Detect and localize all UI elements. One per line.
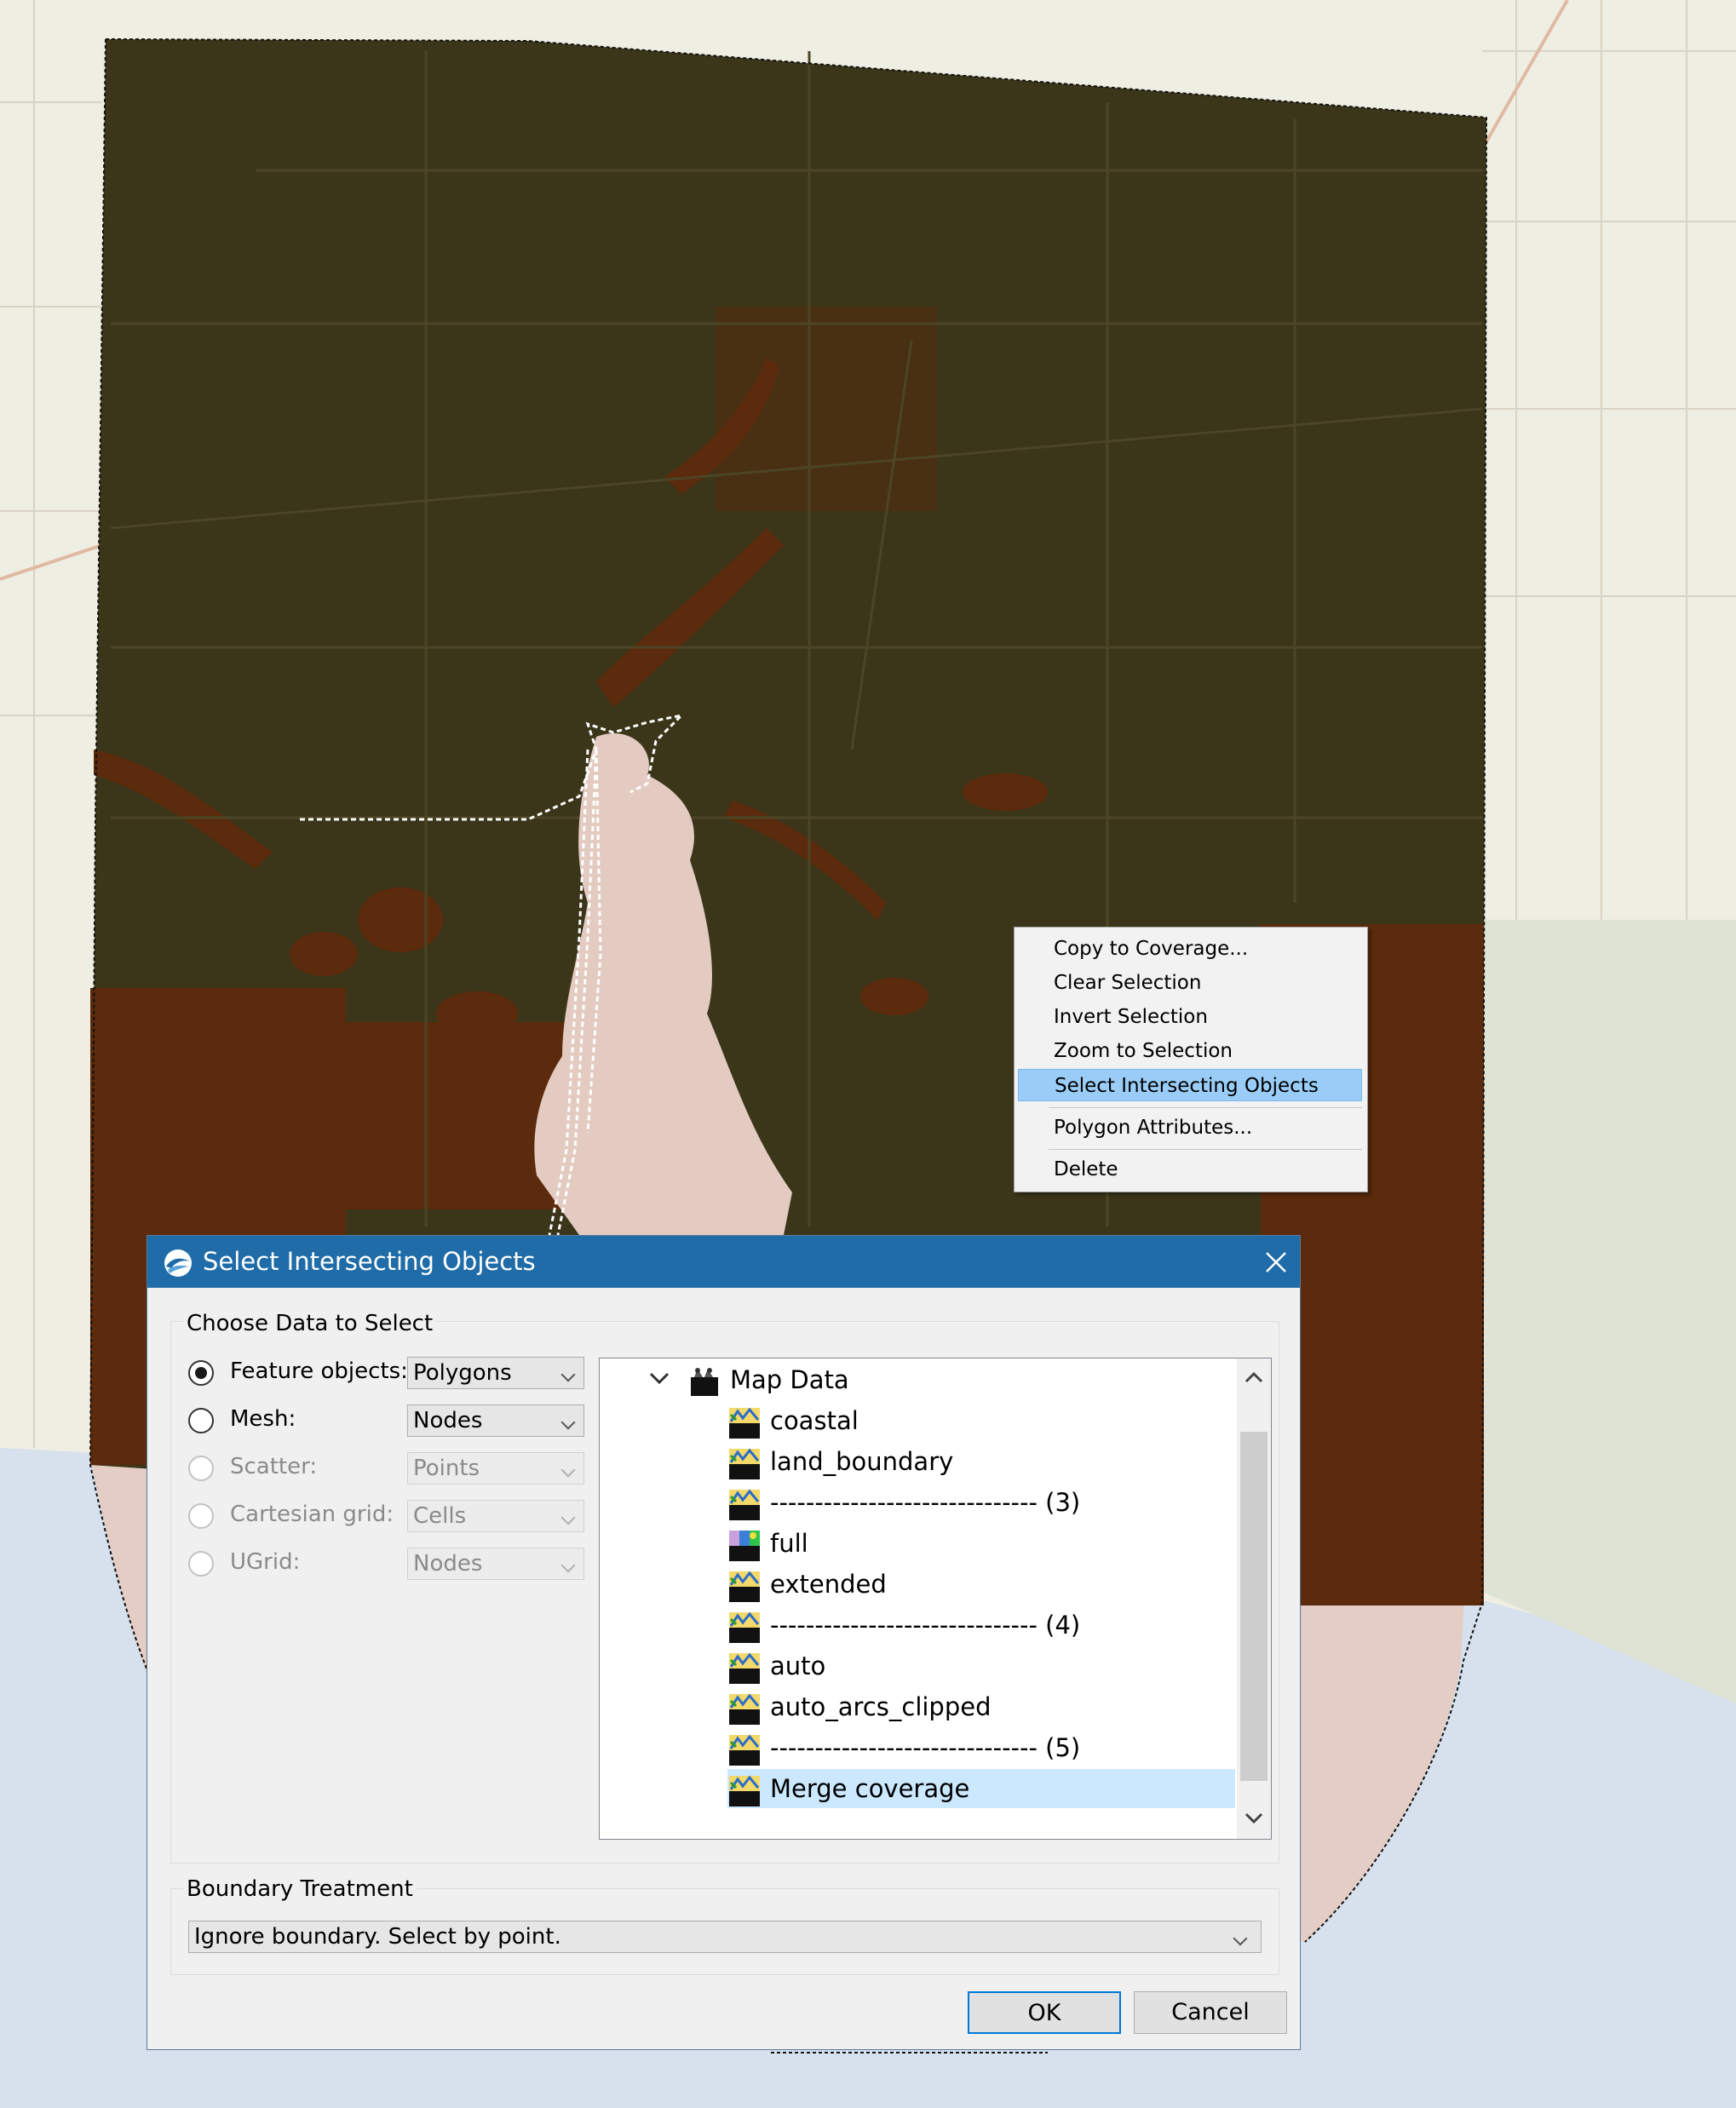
choose-data-label: Choose Data to Select: [183, 1311, 437, 1336]
cartesian-grid-label: Cartesian grid:: [230, 1502, 394, 1527]
select-intersecting-objects-dialog: Select Intersecting Objects Choose Data …: [147, 1236, 1300, 2049]
scrollbar-thumb[interactable]: [1240, 1432, 1268, 1781]
coverage-icon: [729, 1652, 760, 1684]
coverage-icon: [729, 1448, 760, 1479]
scatter-combo[interactable]: Points: [407, 1452, 584, 1485]
tree-vertical-scrollbar[interactable]: [1237, 1358, 1271, 1839]
coverage-icon: [729, 1611, 760, 1643]
feature-objects-combo[interactable]: Polygons: [407, 1357, 584, 1389]
menu-item-copy-to-coverage[interactable]: Copy to Coverage...: [1018, 933, 1362, 965]
chevron-down-icon: [1233, 1931, 1248, 1946]
ugrid-label: UGrid:: [230, 1549, 301, 1575]
menu-item-polygon-attributes[interactable]: Polygon Attributes...: [1018, 1111, 1362, 1144]
scatter-label: Scatter:: [230, 1454, 318, 1479]
coverage-icon: [729, 1734, 760, 1766]
scatter-radio[interactable]: [188, 1456, 214, 1481]
tree-item-separator-4[interactable]: ------------------------------ (4): [727, 1605, 1222, 1645]
tree-root-map-data[interactable]: Map Data: [687, 1360, 1028, 1399]
boundary-treatment-label: Boundary Treatment: [183, 1876, 417, 1902]
coverage-icon: [729, 1571, 760, 1602]
tree-item-coastal[interactable]: coastal: [727, 1401, 1222, 1440]
tree-item-auto-arcs-clipped[interactable]: auto_arcs_clipped: [727, 1687, 1222, 1726]
app-logo-icon: [164, 1249, 192, 1277]
tree-item-extended[interactable]: extended: [727, 1565, 1222, 1604]
cancel-button[interactable]: Cancel: [1134, 1991, 1287, 2034]
coverage-icon: [729, 1775, 760, 1806]
colored-coverage-icon: [729, 1531, 760, 1561]
tree-item-separator-5[interactable]: ------------------------------ (5): [727, 1728, 1222, 1767]
tree-item-full[interactable]: full: [727, 1524, 1222, 1563]
menu-separator: [1049, 1107, 1362, 1108]
chevron-down-icon[interactable]: [1244, 1812, 1264, 1825]
feature-objects-label: Feature objects:: [230, 1358, 408, 1384]
tree-item-merge-coverage[interactable]: Merge coverage: [727, 1769, 1235, 1808]
coverage-icon: [729, 1693, 760, 1725]
menu-item-zoom-to-selection[interactable]: Zoom to Selection: [1018, 1035, 1362, 1067]
ok-button[interactable]: OK: [968, 1991, 1121, 2034]
tree-item-separator-3[interactable]: ------------------------------ (3): [727, 1483, 1222, 1522]
feature-objects-radio[interactable]: [188, 1360, 214, 1386]
close-icon[interactable]: [1263, 1249, 1289, 1275]
menu-separator: [1049, 1149, 1362, 1150]
menu-item-invert-selection[interactable]: Invert Selection: [1018, 1001, 1362, 1033]
chevron-down-icon: [560, 1367, 576, 1382]
chevron-down-icon: [560, 1510, 576, 1525]
coverage-icon: [729, 1407, 760, 1439]
boundary-treatment-combo[interactable]: Ignore boundary. Select by point.: [188, 1921, 1262, 1953]
map-data-folder-icon: [691, 1368, 718, 1396]
menu-item-delete[interactable]: Delete: [1018, 1153, 1362, 1186]
cartesian-grid-radio[interactable]: [188, 1503, 214, 1529]
coverage-icon: [729, 1489, 760, 1520]
tree-item-land-boundary[interactable]: land_boundary: [727, 1442, 1222, 1481]
ugrid-combo[interactable]: Nodes: [407, 1548, 584, 1580]
mesh-label: Mesh:: [230, 1406, 296, 1432]
chevron-down-icon: [560, 1415, 576, 1430]
data-tree[interactable]: Map Data coastal land_boundary ---------…: [599, 1358, 1272, 1840]
chevron-up-icon[interactable]: [1244, 1370, 1264, 1384]
chevron-down-icon: [560, 1558, 576, 1573]
ugrid-radio[interactable]: [188, 1551, 214, 1577]
menu-item-clear-selection[interactable]: Clear Selection: [1018, 967, 1362, 999]
cartesian-grid-combo[interactable]: Cells: [407, 1500, 584, 1532]
tree-item-auto[interactable]: auto: [727, 1646, 1222, 1686]
context-menu: Copy to Coverage... Clear Selection Inve…: [1014, 927, 1368, 1192]
marsh-area: [1465, 920, 1736, 1703]
chevron-down-icon[interactable]: [648, 1370, 670, 1387]
chevron-down-icon: [560, 1462, 576, 1478]
dialog-title-bar[interactable]: Select Intersecting Objects: [147, 1236, 1300, 1288]
mesh-radio[interactable]: [188, 1408, 214, 1433]
dialog-title: Select Intersecting Objects: [203, 1247, 536, 1276]
mesh-combo[interactable]: Nodes: [407, 1404, 584, 1437]
menu-item-select-intersecting-objects[interactable]: Select Intersecting Objects: [1018, 1069, 1362, 1101]
